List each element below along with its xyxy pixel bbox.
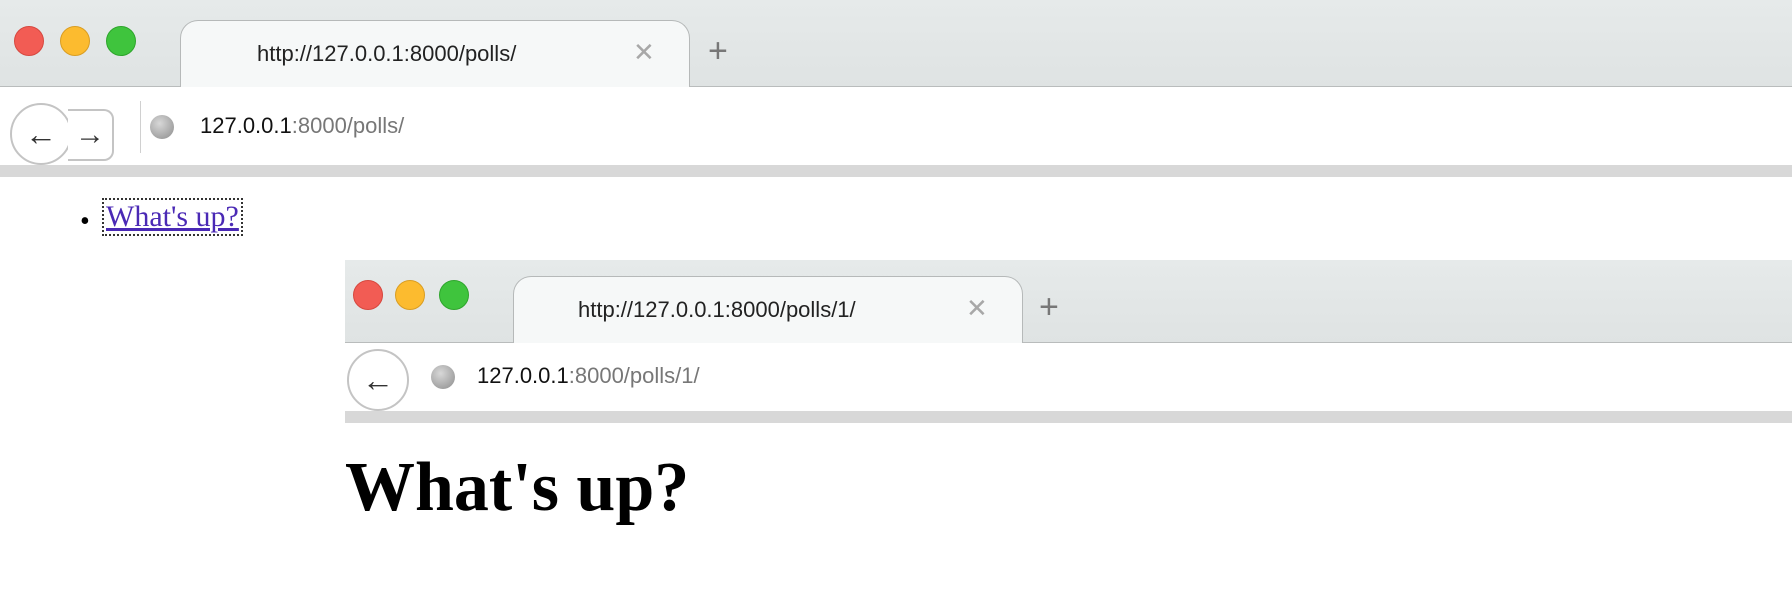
tab-close-icon[interactable]: ✕ xyxy=(633,37,655,68)
tab-polls[interactable]: http://127.0.0.1:8000/polls/ ✕ xyxy=(180,20,690,88)
close-window-button[interactable] xyxy=(353,280,383,310)
browser-window-poll-detail: http://127.0.0.1:8000/polls/1/ ✕ + ← 127… xyxy=(345,260,1792,606)
list-bullet: • xyxy=(80,206,90,237)
toolbar-divider xyxy=(345,411,1792,423)
zoom-window-button[interactable] xyxy=(106,26,136,56)
url-path: :8000/polls/1/ xyxy=(568,363,700,388)
globe-icon xyxy=(431,365,455,389)
navigation-bar: ← → 127.0.0.1:8000/polls/ xyxy=(0,87,1792,167)
page-heading: What's up? xyxy=(345,449,690,526)
url-host: 127.0.0.1 xyxy=(200,113,292,138)
navigation-bar: ← 127.0.0.1:8000/polls/1/ xyxy=(345,343,1792,413)
globe-icon xyxy=(150,115,174,139)
tab-poll-detail[interactable]: http://127.0.0.1:8000/polls/1/ ✕ xyxy=(513,276,1023,344)
minimize-window-button[interactable] xyxy=(60,26,90,56)
url-path: :8000/polls/ xyxy=(291,113,405,138)
new-tab-button[interactable]: + xyxy=(708,34,728,68)
back-arrow-icon: ← xyxy=(25,115,57,152)
tab-title: http://127.0.0.1:8000/polls/ xyxy=(257,41,517,66)
tab-close-icon[interactable]: ✕ xyxy=(966,293,988,324)
poll-link[interactable]: What's up? xyxy=(102,198,243,236)
close-window-button[interactable] xyxy=(14,26,44,56)
forward-arrow-icon: → xyxy=(75,118,105,151)
forward-button[interactable]: → xyxy=(68,109,114,161)
zoom-window-button[interactable] xyxy=(439,280,469,310)
minimize-window-button[interactable] xyxy=(395,280,425,310)
back-arrow-icon: ← xyxy=(362,361,394,398)
back-button[interactable]: ← xyxy=(10,103,72,165)
address-bar[interactable]: 127.0.0.1:8000/polls/ xyxy=(200,113,404,139)
new-tab-button[interactable]: + xyxy=(1039,290,1059,324)
url-divider xyxy=(140,101,141,153)
tab-bar: http://127.0.0.1:8000/polls/1/ ✕ + xyxy=(345,260,1792,344)
tab-bar: http://127.0.0.1:8000/polls/ ✕ + xyxy=(0,0,1792,88)
back-button[interactable]: ← xyxy=(347,349,409,411)
address-bar[interactable]: 127.0.0.1:8000/polls/1/ xyxy=(477,363,700,389)
url-host: 127.0.0.1 xyxy=(477,363,569,388)
toolbar-divider xyxy=(0,165,1792,177)
tab-title: http://127.0.0.1:8000/polls/1/ xyxy=(578,297,856,322)
